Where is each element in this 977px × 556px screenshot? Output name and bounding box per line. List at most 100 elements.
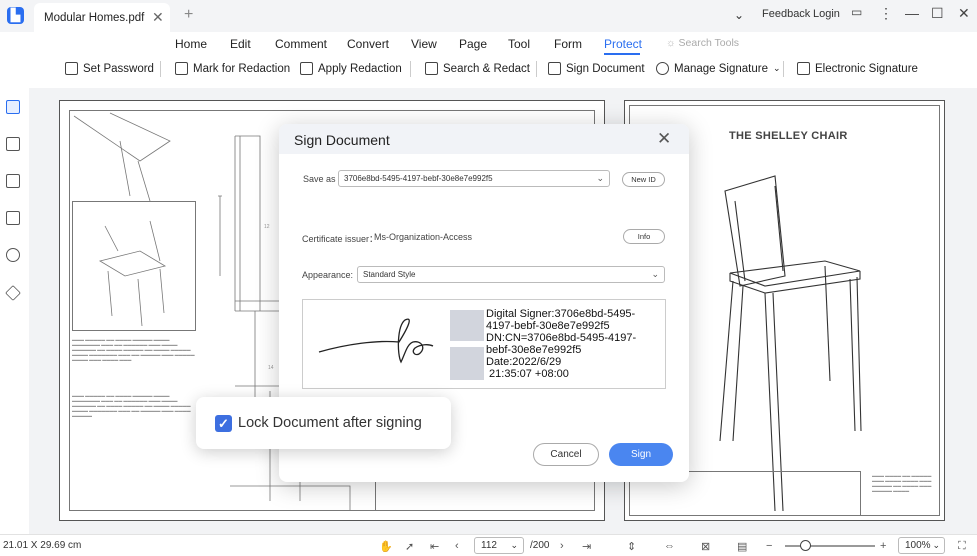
select-tool-icon[interactable]: ➚ (405, 540, 414, 553)
signature-details: Digital Signer:3706e8bd-5495- 4197-bebf-… (486, 308, 661, 380)
zoom-in-icon[interactable]: + (880, 540, 886, 552)
manage-signature-label: Manage Signature (674, 62, 768, 75)
menu-convert[interactable]: Convert (347, 37, 389, 51)
menu-form[interactable]: Form (554, 37, 582, 51)
chevron-down-icon: ⌄ (510, 540, 518, 550)
rotate-icon[interactable]: ⊠ (701, 540, 710, 553)
signature-line: bebf-30e8e7e992f5 (486, 344, 582, 356)
signature-line: DN:CN=3706e8bd-5495-4197- (486, 332, 637, 344)
toolbar-divider (410, 61, 411, 77)
appearance-select[interactable]: Standard Style ⌄ (357, 266, 665, 283)
toolbar-divider (536, 61, 537, 77)
body-text-block: ▬▬▬ ▬▬▬▬▬ ▬▬ ▬▬▬▬ ▬▬▬▬▬ ▬▬▬▬ ▬▬▬▬▬▬▬ ▬▬▬… (72, 337, 195, 362)
save-as-label: Save as (303, 174, 336, 184)
protect-toolbar: Set Password Mark for Redaction Apply Re… (0, 58, 977, 82)
appearance-label: Appearance: (302, 270, 354, 280)
info-button[interactable]: Info (623, 229, 665, 244)
fit-page-icon[interactable]: ⇕ (627, 540, 636, 553)
previous-page-icon[interactable]: ‹ (455, 540, 459, 552)
signature-mark (450, 347, 484, 380)
lock-document-checkbox[interactable]: ✓ (215, 415, 232, 432)
manage-signature-button[interactable]: Manage Signature ⌄ (656, 62, 781, 75)
appearance-value: Standard Style (363, 270, 416, 279)
apply-redaction-button[interactable]: Apply Redaction (300, 62, 402, 75)
apply-redaction-icon (300, 62, 313, 75)
first-page-icon[interactable]: ⇤ (430, 540, 439, 553)
lightbulb-icon: ☼ (666, 37, 676, 49)
next-page-icon[interactable]: › (560, 540, 564, 552)
search-icon[interactable] (6, 248, 20, 262)
certificate-issuer-label: Certificate issuer： (302, 234, 379, 244)
mark-redaction-button[interactable]: Mark for Redaction (175, 62, 290, 75)
search-redact-label: Search & Redact (443, 62, 530, 75)
cancel-button[interactable]: Cancel (533, 443, 599, 466)
zoom-value: 100% (905, 540, 931, 551)
zoom-slider-handle[interactable] (800, 540, 811, 551)
page-number-input[interactable]: 112 ⌄ (474, 537, 524, 554)
title-bar: ▙ Modular Homes.pdf ✕ + ⌄ Feedback Login… (0, 0, 977, 32)
menu-edit[interactable]: Edit (230, 37, 251, 51)
login-link[interactable]: Login (813, 8, 840, 20)
menu-tool[interactable]: Tool (508, 37, 530, 51)
zoom-slider[interactable] (785, 545, 875, 547)
fit-width-icon[interactable]: ⇔ (664, 540, 675, 552)
menu-home[interactable]: Home (175, 37, 207, 51)
search-redact-button[interactable]: Search & Redact (425, 62, 530, 75)
active-menu-indicator (604, 53, 640, 55)
sign-document-button[interactable]: Sign Document (548, 62, 645, 75)
search-tools[interactable]: ☼ Search Tools (666, 37, 739, 49)
page-layout-icon[interactable]: ▤ (737, 540, 747, 553)
electronic-signature-button[interactable]: Electronic Signature (797, 62, 918, 75)
signature-line: Digital Signer:3706e8bd-5495- (486, 308, 636, 320)
handwritten-signature (318, 318, 434, 364)
menu-page[interactable]: Page (459, 37, 487, 51)
menu-protect[interactable]: Protect (604, 37, 642, 51)
search-redact-icon (425, 62, 438, 75)
notification-icon[interactable]: ▭ (851, 5, 862, 19)
signature-mark (450, 310, 484, 341)
feedback-link[interactable]: Feedback (762, 8, 810, 20)
menu-view[interactable]: View (411, 37, 437, 51)
lock-icon (65, 62, 78, 75)
menu-comment[interactable]: Comment (275, 37, 327, 51)
body-text-block: ▬▬▬ ▬▬▬▬ ▬▬ ▬▬▬▬▬ ▬▬▬ ▬▬▬▬ ▬▬▬▬ ▬▬▬ ▬▬▬▬… (872, 473, 932, 493)
document-tab[interactable]: Modular Homes.pdf ✕ (34, 3, 170, 32)
close-window-icon[interactable]: ✕ (958, 5, 970, 22)
chevron-down-icon[interactable]: ⌄ (734, 8, 744, 22)
apply-redaction-label: Apply Redaction (318, 62, 402, 75)
hand-tool-icon[interactable]: ✋ (379, 540, 393, 553)
new-id-button[interactable]: New ID (622, 172, 665, 187)
chevron-down-icon: ⌄ (651, 269, 659, 279)
zoom-select[interactable]: 100% ⌄ (898, 537, 945, 554)
close-tab-icon[interactable]: ✕ (152, 9, 164, 26)
page-total: /200 (530, 540, 550, 551)
set-password-label: Set Password (83, 62, 154, 75)
close-icon[interactable]: ✕ (657, 129, 671, 149)
sign-document-label: Sign Document (566, 62, 645, 75)
save-as-select[interactable]: 3706e8bd-5495-4197-bebf-30e8e7e992f5 ⌄ (338, 170, 610, 187)
minimize-icon[interactable]: — (905, 5, 919, 21)
signature-preview: Digital Signer:3706e8bd-5495- 4197-bebf-… (302, 299, 666, 389)
left-sidebar (0, 88, 28, 534)
fullscreen-icon[interactable]: ⛶ (958, 540, 966, 553)
layers-icon[interactable] (5, 285, 21, 301)
last-page-icon[interactable]: ⇥ (582, 540, 591, 553)
bookmark-icon[interactable] (6, 137, 20, 151)
more-icon[interactable]: ⋮ (879, 5, 893, 22)
maximize-icon[interactable]: ☐ (931, 5, 944, 22)
signature-line: 21:35:07 +08:00 (486, 368, 569, 380)
signature-line: Date:2022/6/29 (486, 356, 562, 368)
set-password-button[interactable]: Set Password (65, 62, 154, 75)
comment-icon[interactable] (6, 174, 20, 188)
mark-redaction-label: Mark for Redaction (193, 62, 291, 75)
toolbar-divider (160, 61, 161, 77)
dialog-header: Sign Document ✕ (279, 124, 689, 154)
sign-document-icon (548, 62, 561, 75)
thumbnails-icon[interactable] (6, 100, 20, 114)
attachment-icon[interactable] (6, 211, 20, 225)
new-tab-icon[interactable]: + (184, 6, 193, 24)
sign-button[interactable]: Sign (609, 443, 673, 466)
mark-redaction-icon (175, 62, 188, 75)
zoom-out-icon[interactable]: − (766, 540, 772, 552)
electronic-signature-label: Electronic Signature (815, 62, 918, 75)
